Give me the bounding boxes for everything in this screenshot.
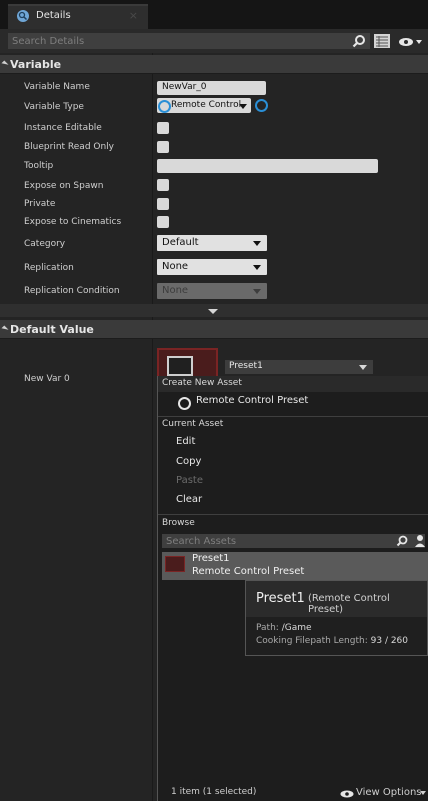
variable-type-label: Variable Type [24, 102, 84, 112]
replication-condition-label: Replication Condition [24, 286, 120, 296]
copy-menu-item[interactable]: Copy [176, 456, 201, 467]
tooltip-field[interactable] [157, 159, 378, 173]
blueprint-read-only-checkbox[interactable] [157, 141, 169, 153]
category-value: Default [162, 237, 199, 248]
chevron-down-icon [359, 365, 367, 370]
default-value-category-title: Default Value [10, 323, 94, 336]
replication-combo[interactable]: None [157, 259, 267, 275]
type-pin-icon [158, 100, 171, 113]
asset-picker-combo[interactable]: Preset1 [225, 360, 373, 374]
private-checkbox[interactable] [157, 198, 169, 210]
chevron-down-icon [253, 265, 261, 270]
view-options-button[interactable]: View Options [356, 787, 422, 798]
tooltip-path-label: Path: [256, 623, 279, 633]
search-icon [396, 535, 408, 547]
asset-count-status: 1 item (1 selected) [171, 787, 257, 797]
chevron-down-icon [239, 104, 247, 109]
clear-menu-item[interactable]: Clear [176, 494, 202, 505]
variable-category-header[interactable]: Variable [0, 55, 428, 74]
create-new-asset-section: Create New Asset [158, 376, 428, 392]
instance-editable-checkbox[interactable] [157, 122, 169, 134]
container-type-icon[interactable] [255, 99, 268, 112]
tab-bar: Details × [0, 0, 428, 29]
replication-condition-combo: None [157, 283, 267, 299]
expose-to-cinematics-label: Expose to Cinematics [24, 217, 122, 227]
asset-result-type: Remote Control Preset [192, 566, 305, 577]
collapse-arrow-icon [1, 325, 9, 333]
tooltip-cook-label: Cooking Filepath Length: [256, 636, 368, 646]
instance-editable-label: Instance Editable [24, 123, 102, 133]
grid-icon[interactable] [374, 34, 390, 48]
create-new-asset-heading: Create New Asset [162, 378, 242, 388]
tab-label: Details [36, 10, 71, 21]
details-icon [17, 10, 29, 22]
paste-menu-item: Paste [176, 475, 203, 486]
menu-divider [158, 514, 428, 515]
search-icon [352, 35, 365, 48]
tooltip-path-value: /Game [281, 623, 312, 633]
eye-icon [340, 790, 354, 798]
variable-type-value: Remote Control [171, 100, 242, 110]
asset-result-name: Preset1 [192, 553, 230, 564]
private-label: Private [24, 199, 56, 209]
variable-type-combo[interactable]: Remote Control [157, 98, 251, 113]
eye-icon[interactable] [398, 36, 422, 48]
current-asset-heading: Current Asset [162, 419, 224, 429]
search-input[interactable] [8, 33, 370, 49]
expose-on-spawn-checkbox[interactable] [157, 179, 169, 191]
asset-tooltip: Preset1 (Remote Control Preset) Path: /G… [245, 580, 428, 656]
tooltip-title: Preset1 [256, 591, 305, 606]
tooltip-label: Tooltip [24, 161, 54, 171]
details-search-row [0, 29, 428, 53]
chevron-down-icon [420, 791, 426, 795]
column-divider [152, 53, 153, 801]
search-assets-input[interactable] [162, 534, 425, 548]
collapse-arrow-icon [1, 60, 9, 68]
chevron-down-icon [253, 289, 261, 294]
tooltip-header: Preset1 (Remote Control Preset) [246, 581, 427, 617]
tooltip-path-line: Path: /Game [256, 623, 312, 633]
variable-name-field[interactable]: NewVar_0 [157, 81, 266, 95]
asset-picker-value: Preset1 [229, 361, 263, 371]
circle-icon [178, 397, 191, 410]
default-value-category-header[interactable]: Default Value [0, 320, 428, 339]
tooltip-cook-line: Cooking Filepath Length: 93 / 260 [256, 636, 408, 646]
tooltip-type: (Remote Control Preset) [308, 593, 390, 615]
close-icon[interactable]: × [129, 9, 138, 22]
replication-label: Replication [24, 263, 74, 273]
expose-on-spawn-label: Expose on Spawn [24, 181, 104, 191]
tab-details[interactable]: Details × [8, 4, 148, 29]
category-combo[interactable]: Default [157, 235, 267, 251]
preset-icon [165, 556, 185, 572]
replication-value: None [162, 261, 189, 272]
edit-menu-item[interactable]: Edit [176, 436, 195, 447]
preset-icon-screen [169, 358, 191, 374]
expose-to-cinematics-checkbox[interactable] [157, 216, 169, 228]
create-remote-control-preset-item[interactable]: Remote Control Preset [196, 395, 308, 406]
blueprint-read-only-label: Blueprint Read Only [24, 142, 115, 152]
new-var-label: New Var 0 [24, 374, 70, 384]
chevron-down-icon [253, 241, 261, 246]
variable-category-title: Variable [10, 58, 62, 71]
replication-condition-value: None [162, 285, 189, 296]
tooltip-cook-value: 93 / 260 [370, 636, 409, 646]
person-icon[interactable] [414, 534, 426, 548]
expand-advanced-icon[interactable] [208, 309, 218, 314]
browse-heading: Browse [162, 518, 195, 528]
variable-name-label: Variable Name [24, 82, 90, 92]
category-label: Category [24, 239, 66, 249]
menu-divider [158, 416, 428, 417]
asset-result-row[interactable]: Preset1 Remote Control Preset [162, 552, 428, 580]
